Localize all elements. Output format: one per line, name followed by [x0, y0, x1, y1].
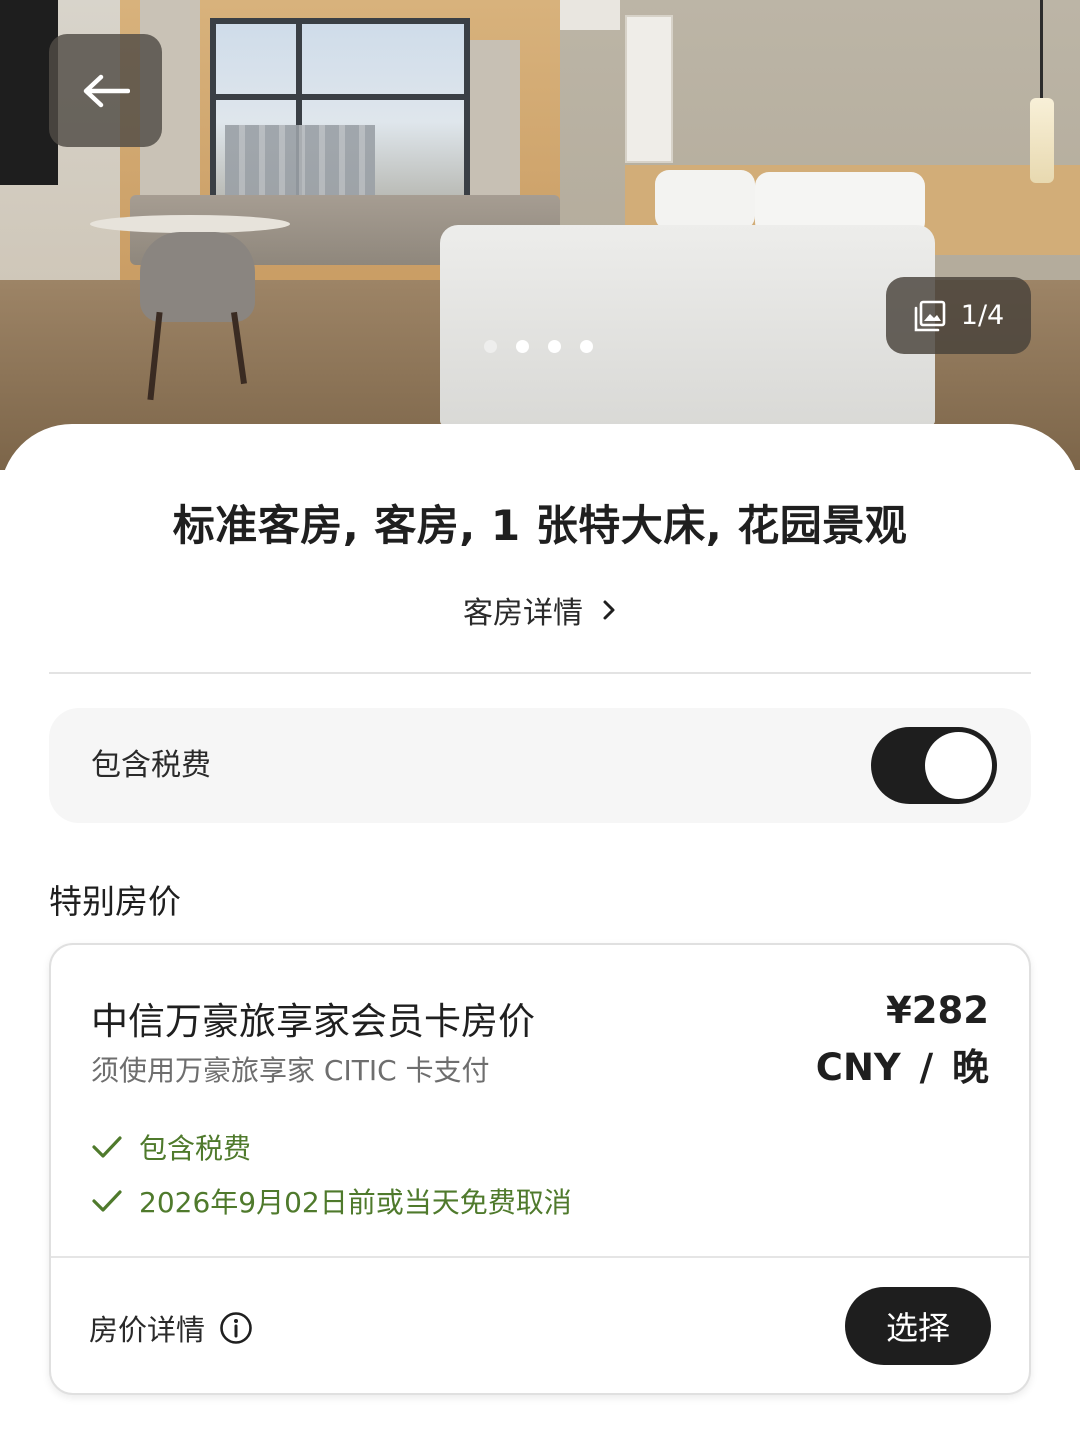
room-title: 标准客房, 客房, 1 张特大床, 花园景观: [172, 501, 908, 550]
back-button[interactable]: [49, 34, 162, 147]
rate-perk-text: 包含税费: [139, 1132, 252, 1165]
rate-details-label: 房价详情: [89, 1313, 206, 1347]
room-details-link[interactable]: 客房详情: [0, 588, 1080, 632]
photo-wall-art: [625, 15, 673, 163]
carousel-dot[interactable]: [484, 340, 497, 353]
photo-desk: [90, 215, 290, 233]
rate-price-unit: CNY / 晚: [815, 1046, 989, 1089]
tax-toggle-switch[interactable]: [871, 727, 997, 804]
rate-name: 中信万豪旅享家会员卡房价: [91, 1000, 535, 1043]
carousel-dot[interactable]: [580, 340, 593, 353]
rate-perk-text: 2026年9月02日前或当天免费取消: [139, 1186, 572, 1219]
photo-buildings: [225, 125, 375, 200]
check-icon: [92, 1136, 122, 1158]
gallery-icon: [914, 300, 946, 331]
carousel-indicator[interactable]: [484, 340, 593, 356]
section-divider: [49, 672, 1031, 674]
back-arrow-icon: [83, 74, 130, 107]
room-details-label: 客房详情: [463, 596, 583, 631]
photo-pendant-lamp: [1030, 98, 1054, 183]
rate-card: 中信万豪旅享家会员卡房价 须使用万豪旅享家 CITIC 卡支付 ¥282 CNY…: [49, 943, 1031, 1395]
toggle-knob: [925, 732, 992, 799]
check-icon: [92, 1190, 122, 1212]
chevron-right-icon: [603, 600, 615, 620]
tax-toggle-label: 包含税费: [91, 748, 211, 783]
rate-perk: 包含税费: [91, 1127, 251, 1167]
tax-toggle-row: 包含税费: [49, 708, 1031, 823]
select-button[interactable]: 选择: [845, 1287, 991, 1365]
rate-perk: 2026年9月02日前或当天免费取消: [91, 1181, 572, 1221]
card-divider: [51, 1256, 1029, 1258]
photo-pendant-cord: [1040, 0, 1043, 100]
rate-subtitle: 须使用万豪旅享家 CITIC 卡支付: [91, 1054, 490, 1087]
carousel-dot[interactable]: [548, 340, 561, 353]
photo-gallery-button[interactable]: 1/4: [886, 277, 1031, 354]
info-icon: [220, 1312, 252, 1344]
photo-pillow: [655, 170, 755, 230]
photo-counter: 1/4: [960, 300, 1005, 331]
carousel-dot[interactable]: [516, 340, 529, 353]
rate-details-link[interactable]: 房价详情: [89, 1307, 253, 1349]
photo-bed: [440, 225, 935, 425]
rate-price: ¥282: [886, 989, 989, 1032]
photo-chair: [140, 232, 255, 322]
special-rates-heading: 特别房价: [49, 882, 181, 921]
room-photo[interactable]: 1/4: [0, 0, 1080, 470]
